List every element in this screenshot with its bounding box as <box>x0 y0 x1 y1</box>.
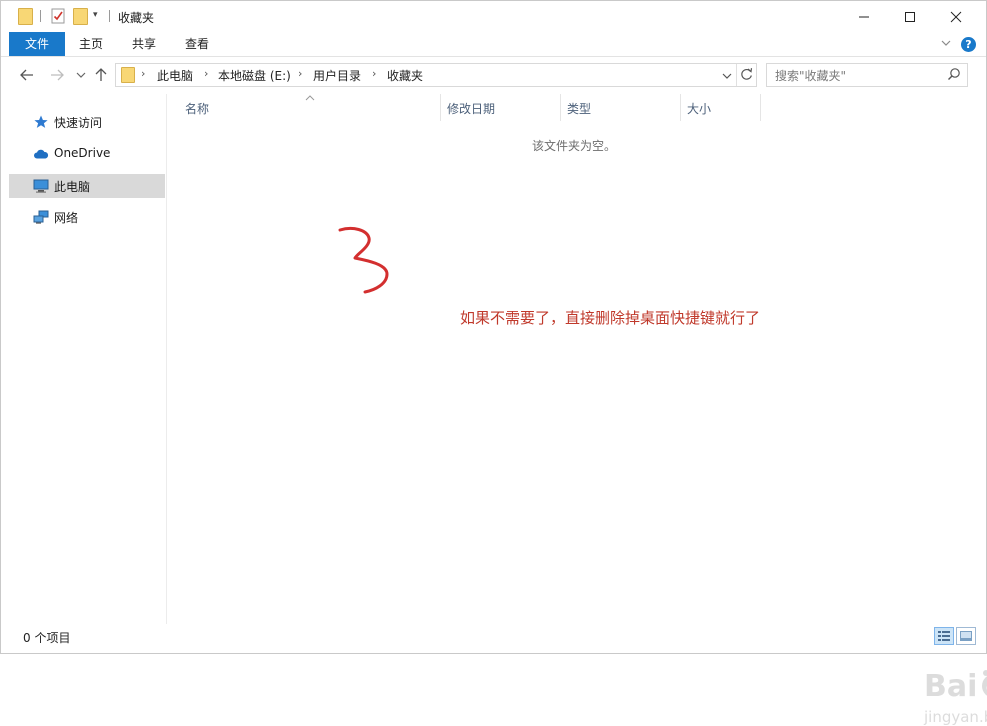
breadcrumb-local-disk[interactable]: 本地磁盘 (E:) <box>218 67 291 84</box>
title-bar: ▾ 收藏夹 <box>1 1 986 32</box>
baidu-jingyan-watermark: Bai du 经验 jingyan.baidu.com <box>924 664 987 726</box>
chevron-right-icon[interactable]: › <box>298 67 302 80</box>
tab-view[interactable]: 查看 <box>173 32 221 56</box>
network-icon <box>33 209 49 225</box>
handwritten-number-annotation <box>335 224 395 302</box>
breadcrumb-favorites[interactable]: 收藏夹 <box>387 67 423 84</box>
chevron-right-icon[interactable]: › <box>141 67 145 80</box>
customize-toolbar-icon[interactable]: ▾ <box>93 10 98 28</box>
search-placeholder: 搜索"收藏夹" <box>775 69 847 83</box>
status-bar: 0 个项目 <box>1 624 986 652</box>
divider <box>736 64 737 86</box>
refresh-icon[interactable] <box>740 67 753 84</box>
divider <box>109 10 110 22</box>
sidebar-item-this-pc[interactable]: 此电脑 <box>9 174 165 198</box>
maximize-button[interactable] <box>887 1 933 32</box>
column-header-size[interactable]: 大小 <box>681 94 761 121</box>
tab-share[interactable]: 共享 <box>120 32 168 56</box>
large-icons-view-icon <box>960 631 972 641</box>
sidebar-item-network[interactable]: 网络 <box>9 205 165 229</box>
search-icon[interactable] <box>947 67 961 84</box>
sidebar-item-label: 网络 <box>54 211 79 225</box>
sidebar-item-label: 此电脑 <box>54 180 91 194</box>
search-box[interactable]: 搜索"收藏夹" <box>766 63 968 87</box>
star-icon <box>33 114 49 130</box>
column-header-label: 修改日期 <box>447 102 496 116</box>
tab-file[interactable]: 文件 <box>9 32 65 56</box>
new-folder-icon[interactable] <box>73 8 88 26</box>
annotation-text: 如果不需要了，直接删除掉桌面快捷键就行了 <box>460 309 761 327</box>
sidebar-item-onedrive[interactable]: OneDrive <box>9 142 165 166</box>
item-count: 0 个项目 <box>23 631 71 645</box>
large-icons-view-button[interactable] <box>956 627 976 645</box>
column-divider[interactable] <box>760 94 761 121</box>
cloud-icon <box>33 146 49 162</box>
navigation-bar: › 此电脑 › 本地磁盘 (E:) › 用户目录 › 收藏夹 搜索"收藏夹" <box>1 57 986 93</box>
file-list: 名称 修改日期 类型 大小 该文件夹为空。 如果不需要了，直接删除掉桌面快捷键就… <box>167 94 987 726</box>
details-view-icon <box>938 631 950 641</box>
chevron-right-icon[interactable]: › <box>372 67 376 80</box>
ribbon-tabs: 文件 主页 共享 查看 ? <box>1 32 986 57</box>
chevron-right-icon[interactable]: › <box>204 67 208 80</box>
tab-home[interactable]: 主页 <box>67 32 115 56</box>
address-dropdown-icon[interactable] <box>722 69 732 83</box>
forward-button[interactable] <box>47 65 67 85</box>
empty-folder-message: 该文件夹为空。 <box>532 139 617 153</box>
column-header-label: 大小 <box>687 102 712 116</box>
explorer-window: ▾ 收藏夹 文件 主页 共享 查看 ? › 此电脑 › 本地磁盘 (E:) › … <box>0 0 987 726</box>
computer-icon <box>33 178 49 194</box>
details-view-button[interactable] <box>934 627 954 645</box>
column-header-type[interactable]: 类型 <box>561 94 681 121</box>
back-button[interactable] <box>17 65 37 85</box>
column-header-label: 类型 <box>567 102 592 116</box>
column-header-label: 名称 <box>185 102 210 116</box>
minimize-button[interactable] <box>841 1 887 32</box>
address-bar[interactable]: › 此电脑 › 本地磁盘 (E:) › 用户目录 › 收藏夹 <box>115 63 757 87</box>
sidebar-item-label: 快速访问 <box>54 116 103 130</box>
watermark-url: jingyan.baidu.com <box>924 708 987 726</box>
sidebar-item-quick-access[interactable]: 快速访问 <box>9 110 165 134</box>
folder-icon <box>121 67 135 86</box>
breadcrumb-this-pc[interactable]: 此电脑 <box>157 67 193 84</box>
help-icon[interactable]: ? <box>961 37 976 52</box>
folder-icon <box>18 8 33 26</box>
expand-ribbon-icon[interactable] <box>940 37 952 52</box>
navigation-pane: 快速访问 OneDrive 此电脑 网络 <box>9 94 167 624</box>
properties-icon[interactable] <box>51 8 65 26</box>
divider <box>40 10 41 22</box>
breadcrumb-user-directory[interactable]: 用户目录 <box>313 67 361 84</box>
column-header-date-modified[interactable]: 修改日期 <box>441 94 561 121</box>
sidebar-item-label: OneDrive <box>54 146 111 160</box>
window-title: 收藏夹 <box>118 11 155 25</box>
svg-text:Bai: Bai <box>924 669 977 704</box>
close-button[interactable] <box>933 1 979 32</box>
column-header-name[interactable]: 名称 <box>167 94 441 121</box>
recent-locations-button[interactable] <box>71 65 91 85</box>
up-button[interactable] <box>91 65 111 85</box>
